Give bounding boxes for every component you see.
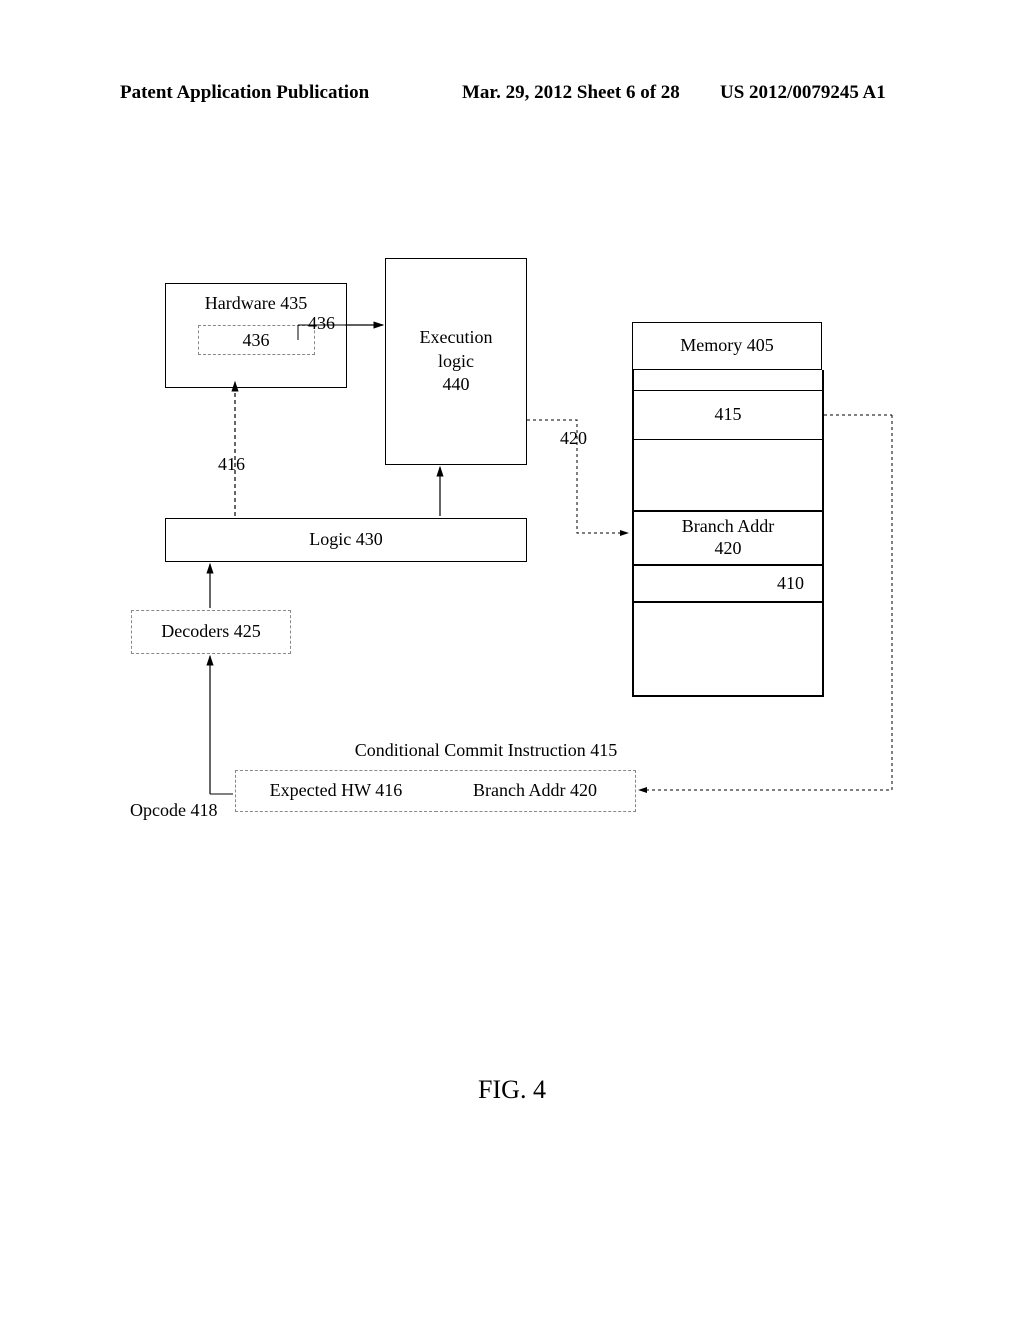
- connectors-svg: [0, 0, 1024, 1320]
